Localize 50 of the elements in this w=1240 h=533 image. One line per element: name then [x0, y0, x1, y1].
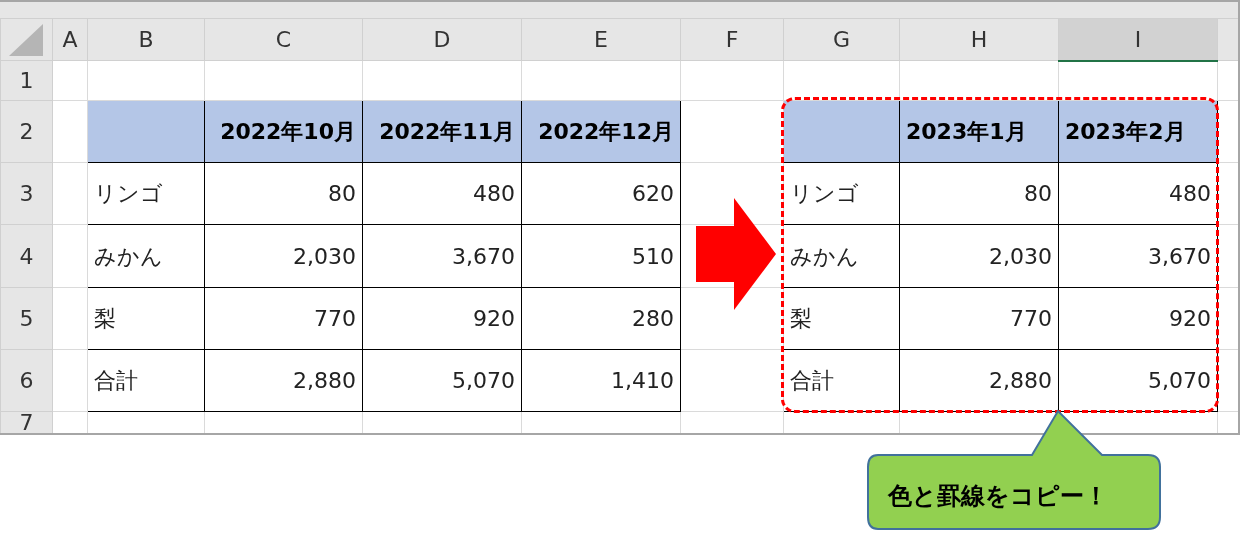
callout-text: 色と罫線をコピー！ — [888, 481, 1108, 512]
table-cell: 80 — [204, 162, 363, 225]
row-header[interactable]: 4 — [0, 224, 53, 288]
table-cell: 梨 — [87, 287, 205, 350]
month-header: 2023年1月 — [899, 100, 1059, 163]
table-cell: 920 — [362, 287, 522, 350]
table-cell: 770 — [899, 287, 1059, 350]
table-cell: 1,410 — [521, 349, 681, 412]
table-cell: 920 — [1058, 287, 1218, 350]
column-header[interactable]: G — [783, 18, 900, 61]
table-cell: 620 — [521, 162, 681, 225]
table-cell: みかん — [87, 224, 205, 288]
table-cell: 2,030 — [204, 224, 363, 288]
table-cell: 480 — [1058, 162, 1218, 225]
column-header[interactable]: I — [1058, 18, 1218, 61]
table-cell: 480 — [362, 162, 522, 225]
table-cell: 280 — [521, 287, 681, 350]
row-header[interactable]: 2 — [0, 100, 53, 163]
right-arrow-icon — [696, 198, 776, 310]
row-header[interactable]: 7 — [0, 411, 53, 433]
table-cell: 梨 — [783, 287, 900, 350]
column-header[interactable]: E — [521, 18, 681, 61]
select-all-icon[interactable] — [9, 23, 43, 56]
table-cell: リンゴ — [783, 162, 900, 225]
table-cell: 3,670 — [362, 224, 522, 288]
column-header[interactable]: A — [52, 18, 88, 61]
table-cell: 80 — [899, 162, 1059, 225]
table-cell: 2,880 — [204, 349, 363, 412]
month-header: 2022年12月 — [521, 100, 681, 163]
month-header: 2022年10月 — [204, 100, 363, 163]
table-cell: 3,670 — [1058, 224, 1218, 288]
table-cell: みかん — [783, 224, 900, 288]
column-header[interactable]: D — [362, 18, 522, 61]
row-header[interactable]: 6 — [0, 349, 53, 412]
column-header[interactable]: B — [87, 18, 205, 61]
column-header[interactable]: H — [899, 18, 1059, 61]
table-cell: 510 — [521, 224, 681, 288]
row-header[interactable]: 3 — [0, 162, 53, 225]
table-cell: 770 — [204, 287, 363, 350]
month-header: 2022年11月 — [362, 100, 522, 163]
table-cell: リンゴ — [87, 162, 205, 225]
column-header[interactable]: F — [680, 18, 784, 61]
column-header[interactable]: C — [204, 18, 363, 61]
table-cell: 合計 — [87, 349, 205, 412]
row-header[interactable]: 5 — [0, 287, 53, 350]
table-cell: 2,880 — [899, 349, 1059, 412]
row-header[interactable]: 1 — [0, 60, 53, 101]
month-header: 2023年2月 — [1058, 100, 1218, 163]
table-cell: 5,070 — [362, 349, 522, 412]
table-cell: 2,030 — [899, 224, 1059, 288]
